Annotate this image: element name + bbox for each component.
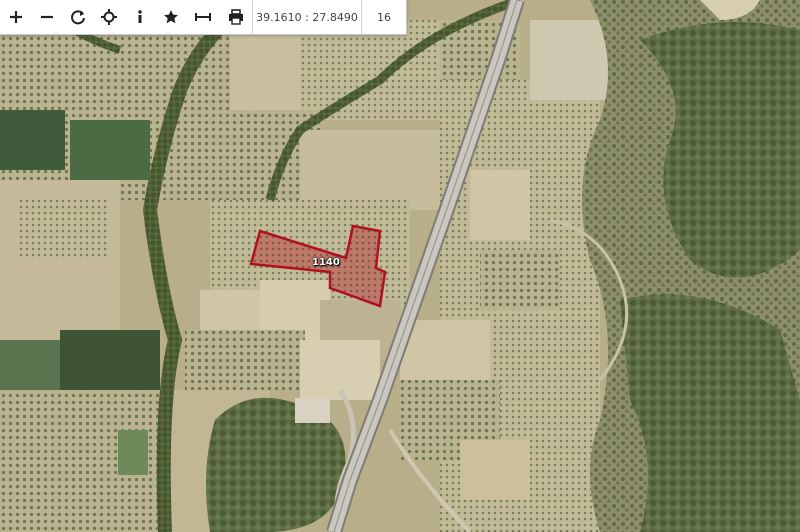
map-toolbar: 39.1610 : 27.8490 16 bbox=[0, 0, 407, 35]
favorite-button[interactable] bbox=[155, 0, 186, 34]
zoom-in-button[interactable] bbox=[0, 0, 31, 34]
crosshair-icon bbox=[100, 9, 117, 25]
print-icon bbox=[228, 9, 243, 25]
zoom-out-button[interactable] bbox=[31, 0, 62, 34]
refresh-icon bbox=[70, 10, 85, 25]
measure-button[interactable] bbox=[186, 0, 219, 34]
plus-icon bbox=[9, 11, 22, 23]
print-button[interactable] bbox=[219, 0, 252, 34]
coordinate-readout: 39.1610 : 27.8490 bbox=[252, 0, 362, 34]
parcel-label: 1140 bbox=[312, 257, 340, 268]
star-icon bbox=[163, 10, 178, 24]
info-button[interactable] bbox=[124, 0, 155, 34]
measure-icon bbox=[194, 13, 211, 21]
zoom-level: 16 bbox=[377, 10, 391, 24]
info-icon bbox=[137, 10, 142, 23]
minus-icon bbox=[40, 15, 53, 19]
refresh-button[interactable] bbox=[62, 0, 93, 34]
locate-button[interactable] bbox=[93, 0, 124, 34]
map-canvas[interactable] bbox=[0, 0, 800, 532]
